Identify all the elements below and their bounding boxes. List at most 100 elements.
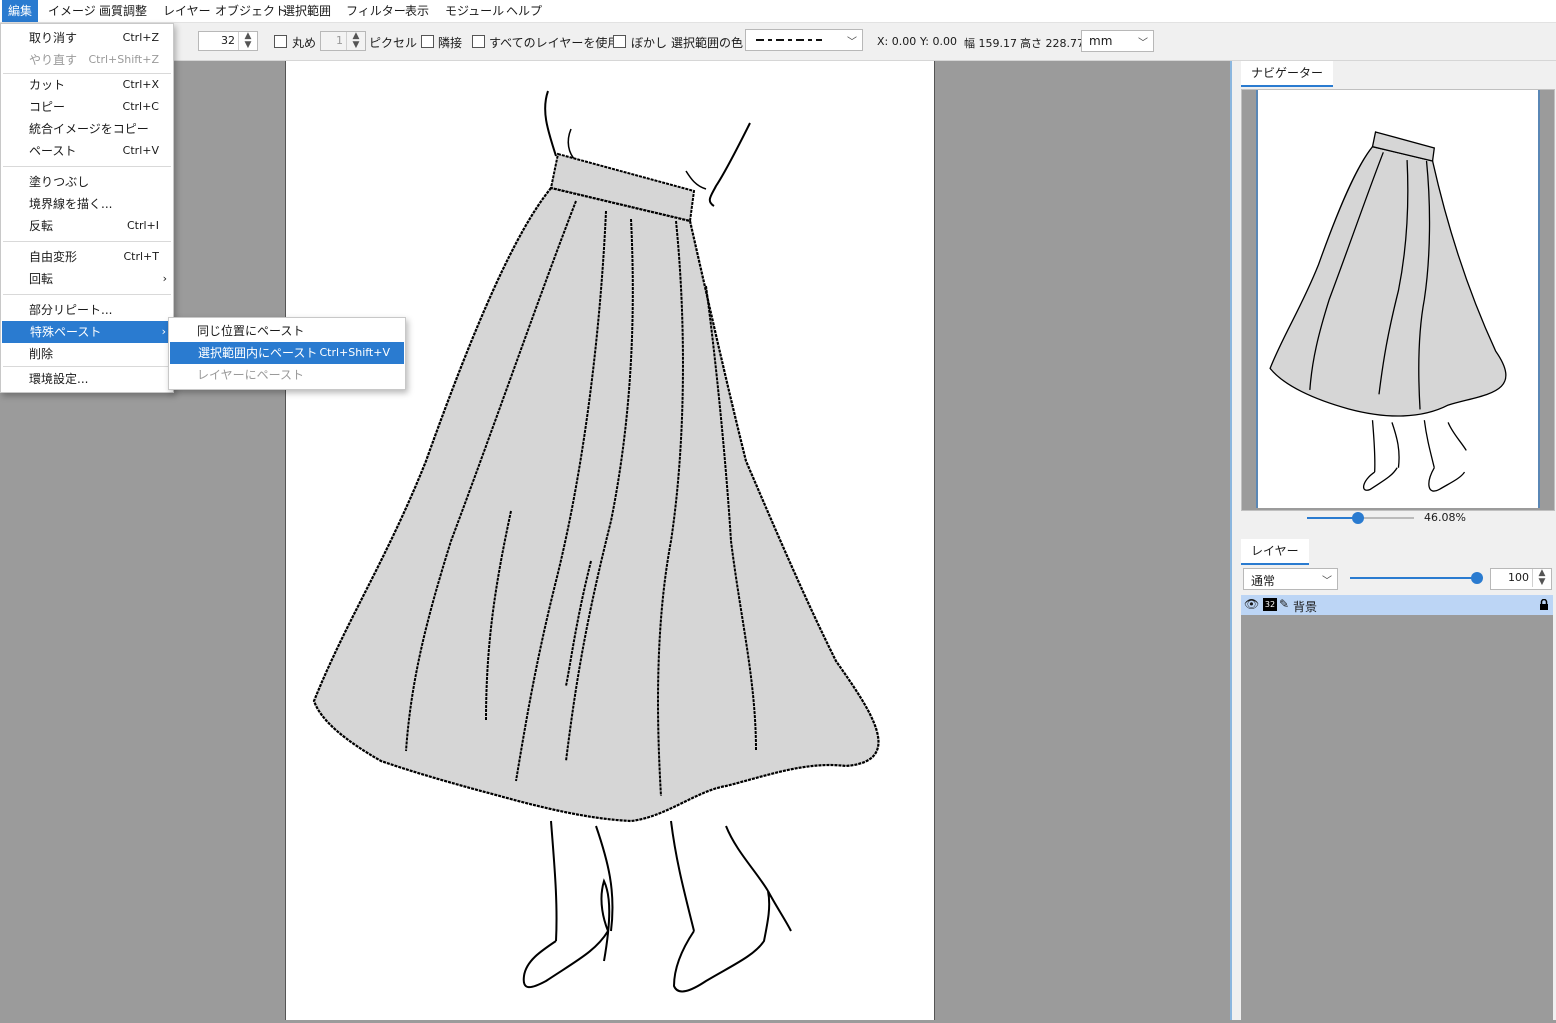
menu-item-invert[interactable]: 反転 Ctrl+I bbox=[1, 215, 173, 237]
width-readout: 幅 159.17 bbox=[964, 37, 1017, 50]
tab-navigator[interactable]: ナビゲーター bbox=[1241, 61, 1334, 87]
menu-item-cut[interactable]: カット Ctrl+X bbox=[1, 74, 173, 96]
adjacent-label: 隣接 bbox=[438, 36, 463, 50]
stepper-arrows-icon[interactable]: ▲ ▼ bbox=[346, 32, 365, 50]
menu-item-label: 取り消す bbox=[29, 31, 78, 45]
tab-layers[interactable]: レイヤー bbox=[1241, 539, 1309, 565]
special-paste-submenu: 同じ位置にペースト 選択範囲内にペースト Ctrl+Shift+V レイヤーにペ… bbox=[168, 317, 406, 390]
adjacent-checkbox[interactable] bbox=[421, 35, 434, 48]
edit-menu: 取り消す Ctrl+Z やり直す Ctrl+Shift+Z カット Ctrl+X… bbox=[0, 23, 174, 393]
menu-item-label: 部分リピート... bbox=[29, 303, 113, 317]
chevron-right-icon: › bbox=[162, 272, 167, 285]
unit-dropdown[interactable]: mm ﹀ bbox=[1081, 30, 1154, 52]
pencil-icon: ✎ bbox=[1279, 597, 1290, 611]
chevron-down-icon: ﹀ bbox=[847, 37, 857, 48]
menu-item-shortcut: Ctrl+T bbox=[123, 250, 159, 263]
blur-checkbox[interactable] bbox=[613, 35, 626, 48]
opacity-stepper[interactable]: 100 ▲ ▼ bbox=[1490, 568, 1552, 590]
size-stepper[interactable]: 32 ▲ ▼ bbox=[198, 31, 258, 51]
chevron-down-icon: ﹀ bbox=[1322, 576, 1332, 587]
zoom-slider-fill bbox=[1307, 517, 1359, 519]
menu-item-delete[interactable]: 削除 bbox=[1, 343, 173, 365]
menu-item-shortcut: Ctrl+Shift+Z bbox=[88, 53, 159, 66]
round-value: 1 bbox=[336, 34, 343, 47]
menu-help[interactable]: ヘルプ bbox=[500, 0, 548, 22]
menu-item-shortcut: Ctrl+C bbox=[122, 100, 159, 113]
layer-name[interactable]: 背景 bbox=[1293, 598, 1317, 615]
all-layers-checkbox[interactable] bbox=[472, 35, 485, 48]
menu-item-label: カット bbox=[29, 78, 66, 92]
menu-item-fill[interactable]: 塗りつぶし bbox=[1, 171, 173, 193]
opacity-slider-fill[interactable] bbox=[1350, 577, 1478, 579]
menu-item-stroke[interactable]: 境界線を描く... bbox=[1, 193, 173, 215]
eye-icon[interactable]: 👁 bbox=[1244, 597, 1259, 611]
menu-item-special-paste[interactable]: 特殊ペースト › bbox=[2, 321, 172, 343]
stepper-arrows-icon[interactable]: ▲ ▼ bbox=[1532, 569, 1551, 587]
menu-adjust[interactable]: 画質調整 bbox=[93, 0, 153, 22]
menu-separator bbox=[3, 241, 171, 242]
menu-item-label: 自由変形 bbox=[29, 250, 78, 264]
blend-mode-dropdown[interactable]: 通常 ﹀ bbox=[1243, 568, 1338, 590]
menu-item-shortcut: Ctrl+Z bbox=[122, 31, 159, 44]
menu-edit[interactable]: 編集 bbox=[2, 0, 39, 22]
bit-depth-badge: 32 bbox=[1263, 598, 1277, 611]
menu-item-shortcut: Ctrl+X bbox=[122, 78, 159, 91]
menu-item-partial-repeat[interactable]: 部分リピート... bbox=[1, 299, 173, 321]
skirt-drawing bbox=[312, 90, 880, 993]
document-canvas[interactable] bbox=[285, 61, 935, 1020]
menu-item-preferences[interactable]: 環境設定... bbox=[1, 368, 173, 390]
zoom-slider-thumb[interactable] bbox=[1352, 512, 1365, 524]
menu-item-paste-to-layer[interactable]: レイヤーにペースト bbox=[169, 364, 405, 386]
selection-color-dropdown[interactable]: ﹀ bbox=[745, 29, 863, 51]
menu-item-redo[interactable]: やり直す Ctrl+Shift+Z bbox=[1, 49, 173, 71]
tool-options-bar: 32 ▲ ▼ 丸め 1 ▲ ▼ ピクセル 隣接 すべてのレイヤーを使用 ぼかし 選択… bbox=[0, 23, 1556, 61]
selection-color-label: 選択範囲の色 bbox=[671, 36, 744, 50]
opacity-slider-thumb[interactable] bbox=[1471, 572, 1483, 584]
menu-item-undo[interactable]: 取り消す Ctrl+Z bbox=[1, 27, 173, 49]
height-readout: 高さ 228.77 bbox=[1020, 37, 1084, 50]
size-value: 32 bbox=[221, 34, 235, 47]
skirt-thumbnail bbox=[1269, 131, 1507, 492]
menu-item-shortcut: Ctrl+Shift+V bbox=[319, 346, 390, 359]
layer-row-background[interactable]: 👁 32 ✎ 背景 bbox=[1241, 595, 1553, 615]
opacity-value: 100 bbox=[1508, 571, 1529, 584]
menu-item-copy-merged[interactable]: 統合イメージをコピー bbox=[1, 118, 173, 140]
menu-item-label: 削除 bbox=[29, 347, 54, 361]
pixel-label: ピクセル bbox=[369, 36, 418, 50]
menu-item-shortcut: Ctrl+I bbox=[126, 219, 159, 232]
round-stepper[interactable]: 1 ▲ ▼ bbox=[320, 31, 366, 51]
menu-item-rotate[interactable]: 回転 › bbox=[1, 268, 173, 290]
navigator-preview[interactable] bbox=[1241, 89, 1555, 511]
menu-item-paste-into-selection[interactable]: 選択範囲内にペースト Ctrl+Shift+V bbox=[170, 342, 404, 364]
menu-separator bbox=[3, 294, 171, 295]
menu-item-paste[interactable]: ペースト Ctrl+V bbox=[1, 140, 173, 162]
menu-view[interactable]: 表示 bbox=[399, 0, 435, 22]
round-checkbox[interactable] bbox=[274, 35, 287, 48]
chevron-down-icon: ﹀ bbox=[1138, 38, 1148, 49]
zoom-percent: 46.08% bbox=[1424, 511, 1466, 524]
menu-selection[interactable]: 選択範囲 bbox=[277, 0, 337, 22]
chevron-right-icon: › bbox=[161, 325, 166, 338]
menu-item-label: 境界線を描く... bbox=[29, 197, 113, 211]
menu-item-shortcut: Ctrl+V bbox=[122, 144, 159, 157]
stepper-arrows-icon[interactable]: ▲ ▼ bbox=[238, 32, 257, 50]
blend-mode-value: 通常 bbox=[1251, 574, 1276, 588]
menu-item-label: 塗りつぶし bbox=[29, 175, 90, 189]
menu-layer[interactable]: レイヤー bbox=[157, 0, 217, 22]
lock-icon[interactable] bbox=[1539, 599, 1549, 610]
menu-item-label: 回転 bbox=[29, 272, 54, 286]
navigator-thumbnail bbox=[1256, 90, 1540, 508]
menu-item-label: 統合イメージをコピー bbox=[29, 122, 149, 136]
unit-value: mm bbox=[1089, 34, 1113, 48]
menu-item-paste-same-position[interactable]: 同じ位置にペースト bbox=[169, 320, 405, 342]
menu-item-copy[interactable]: コピー Ctrl+C bbox=[1, 96, 173, 118]
menu-item-label: コピー bbox=[29, 100, 66, 114]
blur-label: ぼかし bbox=[631, 36, 668, 50]
layer-list: 👁 32 ✎ 背景 bbox=[1241, 595, 1553, 1020]
all-layers-label: すべてのレイヤーを使用 bbox=[489, 36, 620, 50]
menu-item-free-transform[interactable]: 自由変形 Ctrl+T bbox=[1, 246, 173, 268]
y-readout: Y: 0.00 bbox=[920, 35, 957, 48]
menu-item-label: 反転 bbox=[29, 219, 54, 233]
menu-item-label: レイヤーにペースト bbox=[197, 368, 305, 382]
menu-item-label: 環境設定... bbox=[29, 372, 89, 386]
